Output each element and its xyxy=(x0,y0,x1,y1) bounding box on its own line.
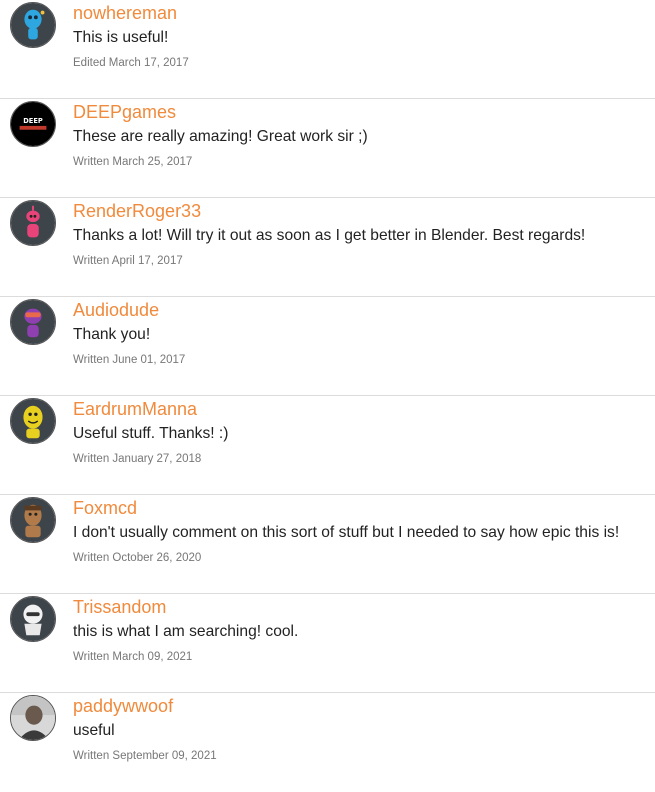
comment-timestamp: Edited March 17, 2017 xyxy=(73,57,189,69)
avatar[interactable] xyxy=(10,497,56,543)
deep-games-logo-avatar-icon: DEEP xyxy=(11,102,55,146)
purple-character-avatar-icon xyxy=(11,300,55,344)
comment-text: These are really amazing! Great work sir… xyxy=(73,128,368,145)
comment-timestamp: Written April 17, 2017 xyxy=(73,255,183,267)
comment-timestamp: Written March 25, 2017 xyxy=(73,156,193,168)
comment-item: DEEP DEEPgames These are really amazing!… xyxy=(0,99,655,198)
comment-author-link[interactable]: RenderRoger33 xyxy=(73,200,201,222)
tan-character-avatar-icon xyxy=(11,498,55,542)
white-ghost-avatar-icon xyxy=(11,597,55,641)
comment-timestamp: Written January 27, 2018 xyxy=(73,453,202,465)
comment-author-link[interactable]: EardrumManna xyxy=(73,398,197,420)
comment-list: nowhereman This is useful! Edited March … xyxy=(0,0,655,792)
avatar-logo-text: DEEP xyxy=(23,117,43,125)
comment-author-link[interactable]: DEEPgames xyxy=(73,101,176,123)
avatar[interactable]: DEEP xyxy=(10,101,56,147)
comment-text: useful xyxy=(73,722,115,739)
comment-timestamp: Written October 26, 2020 xyxy=(73,552,202,564)
yellow-character-avatar-icon xyxy=(11,399,55,443)
comment-item: Audiodude Thank you! Written June 01, 20… xyxy=(0,297,655,396)
comment-author-link[interactable]: paddywwoof xyxy=(73,695,173,717)
comment-timestamp: Written March 09, 2021 xyxy=(73,651,193,663)
comment-text: This is useful! xyxy=(73,29,169,46)
avatar[interactable] xyxy=(10,695,56,741)
comment-timestamp: Written September 09, 2021 xyxy=(73,750,217,762)
comment-author-link[interactable]: Audiodude xyxy=(73,299,159,321)
blue-alien-avatar-icon xyxy=(11,3,55,47)
comment-text: Thank you! xyxy=(73,326,151,343)
avatar[interactable] xyxy=(10,299,56,345)
comment-text: Thanks a lot! Will try it out as soon as… xyxy=(73,227,586,244)
pink-robot-avatar-icon xyxy=(11,201,55,245)
comment-item: Trissandom this is what I am searching! … xyxy=(0,594,655,693)
comment-author-link[interactable]: Foxmcd xyxy=(73,497,137,519)
comment-item: nowhereman This is useful! Edited March … xyxy=(0,0,655,99)
comment-item: Foxmcd I don't usually comment on this s… xyxy=(0,495,655,594)
comment-timestamp: Written June 01, 2017 xyxy=(73,354,186,366)
photo-avatar-icon xyxy=(11,696,55,740)
comment-text: this is what I am searching! cool. xyxy=(73,623,299,640)
comment-item: EardrumManna Useful stuff. Thanks! :) Wr… xyxy=(0,396,655,495)
comment-author-link[interactable]: Trissandom xyxy=(73,596,166,618)
avatar[interactable] xyxy=(10,2,56,48)
comment-item: paddywwoof useful Written September 09, … xyxy=(0,693,655,792)
comment-text: Useful stuff. Thanks! :) xyxy=(73,425,229,442)
avatar[interactable] xyxy=(10,200,56,246)
avatar[interactable] xyxy=(10,398,56,444)
comment-author-link[interactable]: nowhereman xyxy=(73,2,177,24)
comment-text: I don't usually comment on this sort of … xyxy=(73,524,620,541)
avatar[interactable] xyxy=(10,596,56,642)
comment-item: RenderRoger33 Thanks a lot! Will try it … xyxy=(0,198,655,297)
